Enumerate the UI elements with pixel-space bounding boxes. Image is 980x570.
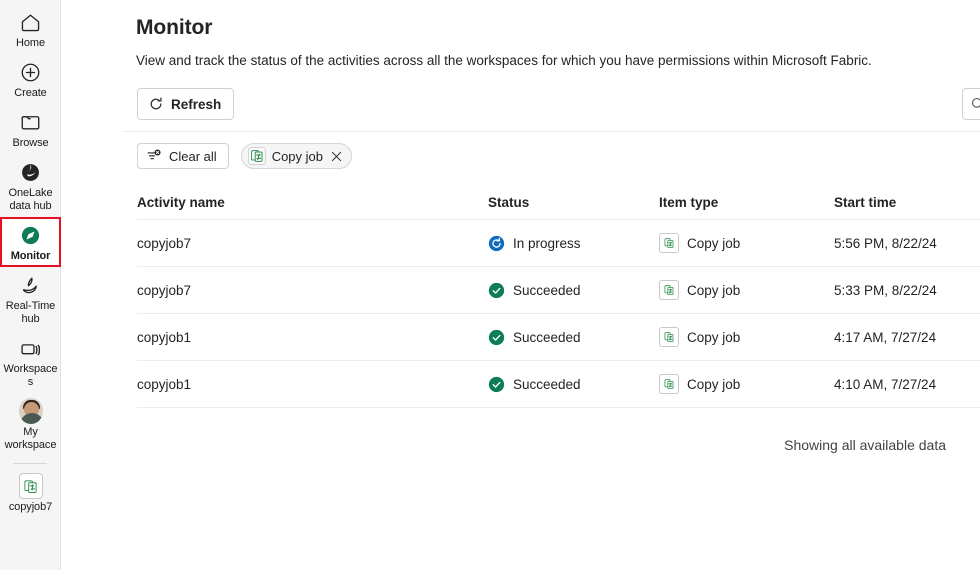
copy-job-icon <box>659 374 679 394</box>
showing-all-data-note: Showing all available data <box>784 437 946 453</box>
succeeded-icon <box>488 282 505 299</box>
cell-activity-name: copyjob7 <box>137 235 192 251</box>
cell-activity-name: copyjob7 <box>137 282 192 298</box>
sidebar-item-label: Monitor <box>10 250 51 262</box>
monitor-page: Home Create Browse OneLake data hub Moni… <box>0 0 980 570</box>
item-type-label: Copy job <box>687 376 741 392</box>
cell-status: Succeeded <box>488 376 659 393</box>
clear-all-button[interactable]: Clear all <box>137 143 229 169</box>
cell-activity-name: copyjob1 <box>137 329 192 345</box>
refresh-button[interactable]: Refresh <box>137 88 235 120</box>
workspaces-icon <box>19 336 43 360</box>
activities-table: Activity name Status Item type Start tim… <box>137 186 980 408</box>
table-row[interactable]: copyjob1 Succeeded <box>137 314 980 361</box>
cell-status: In progress <box>488 235 659 252</box>
item-type-label: Copy job <box>687 329 741 345</box>
refresh-icon <box>148 96 164 112</box>
search-button[interactable] <box>962 88 980 120</box>
sidebar-item-label: Browse <box>12 137 49 149</box>
home-icon <box>19 10 43 34</box>
close-icon[interactable] <box>329 149 343 163</box>
copy-job-icon <box>659 233 679 253</box>
sidebar-item-label: OneLake data hub <box>8 187 53 212</box>
avatar <box>18 398 43 424</box>
table-row[interactable]: copyjob7 Succeeded Copy job 5:33 PM, 8/2… <box>137 267 980 314</box>
sidebar-divider <box>13 463 47 464</box>
sidebar-item-label: Create <box>14 87 47 99</box>
cell-item-type: Copy job <box>659 280 834 300</box>
refresh-label: Refresh <box>171 96 222 112</box>
cell-start-time: 5:56 PM, 8/22/24 <box>834 235 937 251</box>
cell-activity-name: copyjob1 <box>137 376 192 392</box>
cell-start-time: 4:17 AM, 7/27/24 <box>834 329 937 345</box>
filter-chip-label: Copy job <box>271 148 323 164</box>
cell-item-type: Copy job <box>659 233 834 253</box>
status-label: Succeeded <box>513 329 581 345</box>
sidebar-item-label: Real-Time hub <box>5 300 56 325</box>
cell-status: Succeeded <box>488 282 659 299</box>
in-progress-icon <box>488 235 505 252</box>
left-nav-rail: Home Create Browse OneLake data hub Moni… <box>0 0 61 570</box>
succeeded-icon <box>488 329 505 346</box>
copy-job-icon <box>18 473 43 499</box>
page-subtitle: View and track the status of the activit… <box>136 53 872 68</box>
copy-job-icon <box>247 147 266 165</box>
status-label: Succeeded <box>513 376 581 392</box>
clear-all-label: Clear all <box>169 148 217 164</box>
sidebar-item-monitor[interactable]: Monitor <box>0 217 61 267</box>
item-type-label: Copy job <box>687 235 741 251</box>
sidebar-item-copyjob7[interactable]: copyjob7 <box>0 468 61 518</box>
sidebar-item-my-workspace[interactable]: My workspace <box>0 393 61 456</box>
page-title: Monitor <box>136 16 213 39</box>
column-header-item-type[interactable]: Item type <box>659 195 834 210</box>
sidebar-item-onelake-data-hub[interactable]: OneLake data hub <box>0 154 61 217</box>
item-type-label: Copy job <box>687 282 741 298</box>
cell-start-time: 4:10 AM, 7/27/24 <box>834 376 937 392</box>
filter-bar: Clear all Copy job <box>137 143 352 169</box>
status-label: Succeeded <box>513 282 581 298</box>
cell-item-type: Copy job <box>659 374 834 394</box>
copy-job-icon <box>659 327 679 347</box>
sidebar-item-label: Home <box>16 37 45 49</box>
column-header-status[interactable]: Status <box>488 195 659 210</box>
cell-start-time: 5:33 PM, 8/22/24 <box>834 282 937 298</box>
sidebar-item-real-time-hub[interactable]: Real-Time hub <box>0 267 61 330</box>
status-label: In progress <box>513 235 581 251</box>
cell-status: Succeeded <box>488 329 659 346</box>
sidebar-item-workspaces[interactable]: Workspaces <box>0 330 61 393</box>
real-time-hub-icon <box>19 273 43 297</box>
toolbar-separator <box>122 131 980 132</box>
sidebar-item-label: copyjob7 <box>8 501 53 513</box>
table-row[interactable]: copyjob7 In progress Copy job 5:56 PM, 8… <box>137 220 980 267</box>
succeeded-icon <box>488 376 505 393</box>
monitor-compass-icon <box>19 223 43 247</box>
main-content: Monitor View and track the status of the… <box>61 0 980 570</box>
column-header-start-time[interactable]: Start time <box>834 195 980 210</box>
column-header-activity-name[interactable]: Activity name <box>137 195 488 210</box>
search-icon <box>970 96 980 112</box>
folder-icon <box>19 110 43 134</box>
copy-job-icon <box>659 280 679 300</box>
clear-filter-icon <box>146 148 162 164</box>
sidebar-item-create[interactable]: Create <box>0 54 61 104</box>
cell-item-type: Copy job <box>659 327 834 347</box>
sidebar-item-label: Workspaces <box>3 363 58 388</box>
filter-chip-copy-job[interactable]: Copy job <box>240 143 352 169</box>
table-row[interactable]: copyjob1 Succeeded <box>137 361 980 408</box>
plus-circle-icon <box>19 60 43 84</box>
table-header-row: Activity name Status Item type Start tim… <box>137 186 980 220</box>
onelake-icon <box>19 160 43 184</box>
sidebar-item-browse[interactable]: Browse <box>0 104 61 154</box>
sidebar-item-label: My workspace <box>4 426 57 451</box>
sidebar-item-home[interactable]: Home <box>0 4 61 54</box>
